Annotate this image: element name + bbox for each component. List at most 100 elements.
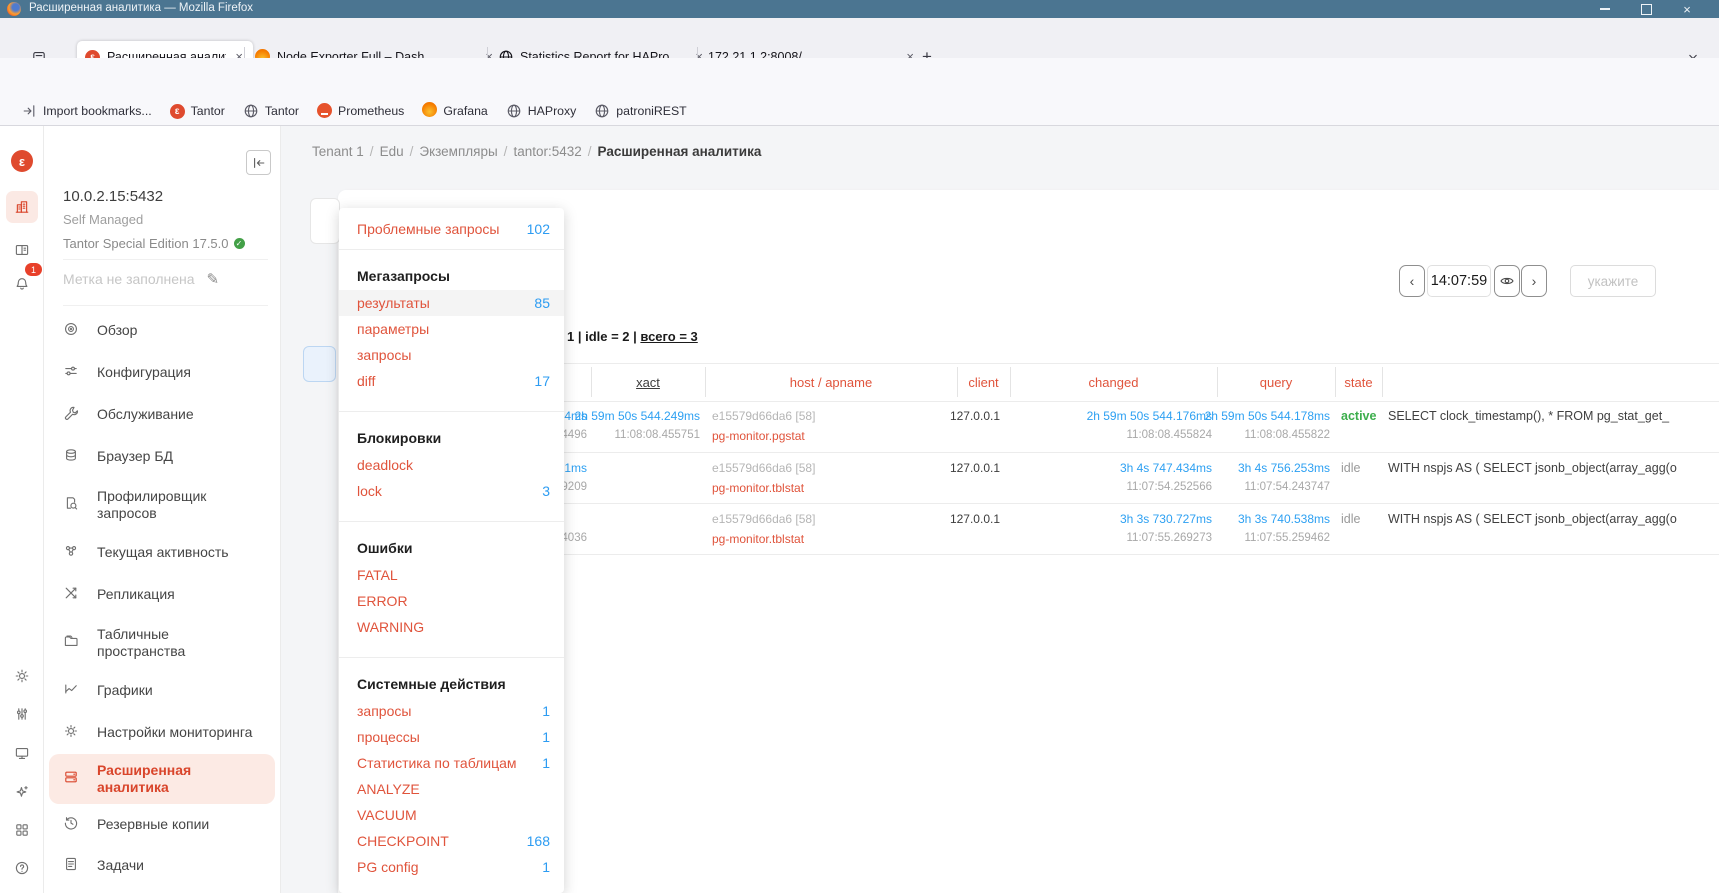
time-next-button[interactable]: › [1521,265,1547,297]
breadcrumb-item[interactable]: Edu [380,144,404,159]
maximize-button[interactable] [1639,3,1653,15]
xact-cell[interactable]: 2h 59m 50s 544.249ms [575,409,700,423]
specify-time-button[interactable]: укажите [1570,265,1656,297]
apname-cell: pg-monitor.pgstat [712,429,805,443]
menu-item-запросы[interactable]: запросы1 [339,698,564,724]
column-divider [705,367,706,397]
column-header-xact[interactable]: xact [591,363,705,401]
menu-item-запросы[interactable]: запросы [339,342,564,368]
menu-item-статистика-по-таблицам[interactable]: Статистика по таблицам1 [339,750,564,776]
query-time-cell[interactable]: 3h 4s 756.253ms [1238,461,1330,475]
bookmark-4[interactable]: Prometheus [310,100,411,121]
query-text-cell: WITH nspjs AS ( SELECT jsonb_object(arra… [1388,461,1716,475]
state-summary: 1 | idle = 2 | всего = 3 [567,329,698,344]
monitoring-settings-icon [63,723,83,743]
query-time-cell[interactable]: 3h 3s 740.538ms [1238,512,1330,526]
sidebar-item-monitoring-settings[interactable]: Настройки мониторинга [49,712,275,754]
rail-item-settings-gear[interactable] [6,660,38,692]
building-icon [14,199,30,215]
bookmarks-bar: Import bookmarks...εTantorTantor Promethe… [0,96,1719,126]
rail-item-docs[interactable] [6,234,38,266]
total-link[interactable]: всего = 3 [640,329,697,344]
menu-item-результаты[interactable]: результаты85 [339,290,564,316]
changed-cell[interactable]: 3h 3s 730.727ms [1120,512,1212,526]
sidebar-collapse-button[interactable] [246,150,271,175]
column-divider [591,367,592,397]
query-time-cell[interactable]: 2h 59m 50s 544.178ms [1205,409,1330,423]
menu-item-checkpoint[interactable]: CHECKPOINT168 [339,828,564,854]
menu-item-deadlock[interactable]: deadlock [339,452,564,478]
bookmark-2[interactable]: εTantor [163,100,232,122]
sidebar-item-maintenance[interactable]: Обслуживание [49,394,275,436]
menu-item-label: CHECKPOINT [357,833,527,849]
rail-item-ai-sparkles[interactable] [6,776,38,808]
changed-cell-timestamp: 11:07:55.269273 [1127,532,1212,544]
breadcrumb-item[interactable]: tantor:5432 [513,144,581,159]
sidebar-item-overview[interactable]: Обзор [49,310,275,352]
bookmark-label: Prometheus [338,104,404,118]
menu-item-analyze[interactable]: ANALYZE [339,776,564,802]
rail-item-bell[interactable]: 1 [6,268,38,300]
bookmark-5[interactable]: Grafana [415,99,494,123]
sidebar-item-db-browser[interactable]: Браузер БД [49,436,275,478]
sidebar-item-tasks[interactable]: Задачи [49,846,275,885]
sidebar-item-query-profiler[interactable]: Профилировщик запросов [49,478,275,532]
menu-item-label: ERROR [357,593,550,609]
column-divider [957,367,958,397]
edit-pencil-icon[interactable]: ✎ [207,270,220,288]
menu-item-count: 1 [542,729,550,745]
sidebar-item-configuration[interactable]: Конфигурация [49,352,275,394]
bookmark-1[interactable]: Import bookmarks... [14,100,159,122]
sidebar-menu: ОбзорКонфигурацияОбслуживаниеБраузер БД П… [49,310,275,885]
breadcrumb-separator: / [504,144,508,159]
sidebar-item-tablespaces[interactable]: Табличные пространства [49,616,275,670]
menu-item-fatal[interactable]: FATAL [339,562,564,588]
menu-item-diff[interactable]: diff17 [339,368,564,394]
rail-item-apps-grid[interactable] [6,814,38,846]
menu-item-процессы[interactable]: процессы1 [339,724,564,750]
sidebar-item-current-activity[interactable]: Текущая активность [49,532,275,574]
display-icon [14,745,30,761]
time-display[interactable]: 14:07:59 [1427,265,1491,297]
client-cell: 127.0.0.1 [950,512,1000,526]
bell-icon [14,276,30,292]
rail-item-display[interactable] [6,737,38,769]
menu-item-problem-queries[interactable]: Проблемные запросы 102 [339,208,564,250]
prometheus-icon [317,103,332,118]
menu-item-параметры[interactable]: параметры [339,316,564,342]
rail-item-help[interactable] [6,852,38,884]
sidebar-item-advanced-analytics[interactable]: Расширенная аналитика [49,754,275,804]
sidebar-item-charts[interactable]: Графики [49,670,275,712]
close-button[interactable]: × [1680,3,1694,15]
menu-item-error[interactable]: ERROR [339,588,564,614]
menu-item-count: 85 [534,295,550,311]
bookmark-label: HAProxy [528,104,577,118]
breadcrumb-item[interactable]: Экземпляры [419,144,497,159]
changed-cell[interactable]: 3h 4s 747.434ms [1120,461,1212,475]
tantor-logo[interactable]: ε [11,150,33,172]
minimize-button[interactable] [1598,3,1612,15]
eye-toggle-button[interactable] [1494,265,1520,297]
sidebar-item-replication[interactable]: Репликация [49,574,275,616]
time-prev-button[interactable]: ‹ [1399,265,1425,297]
bookmark-6[interactable]: HAProxy [499,100,584,122]
menu-item-vacuum[interactable]: VACUUM [339,802,564,828]
menu-item-label: результаты [357,295,534,311]
menu-item-pg-config[interactable]: PG config1 [339,854,564,880]
rail-item-building[interactable] [6,191,38,223]
bookmark-3[interactable]: Tantor [236,100,306,122]
globe-icon [243,103,259,119]
breadcrumb-item[interactable]: Tenant 1 [312,144,364,159]
sidebar-item-backups[interactable]: Резервные копии [49,804,275,846]
menu-item-warning[interactable]: WARNING [339,614,564,640]
rail-item-filters[interactable] [6,698,38,730]
bookmark-7[interactable]: patroniREST [587,100,693,122]
breadcrumb-current: Расширенная аналитика [598,144,762,159]
changed-cell[interactable]: 2h 59m 50s 544.176ms [1087,409,1212,423]
window-title: Расширенная аналитика — Mozilla Firefox [29,2,253,14]
maintenance-icon [63,405,83,425]
version-check-icon: ✓ [234,238,245,249]
column-header-state: state [1335,363,1382,401]
sidebar-item-label: Профилировщик запросов [97,488,206,523]
menu-item-lock[interactable]: lock3 [339,478,564,504]
